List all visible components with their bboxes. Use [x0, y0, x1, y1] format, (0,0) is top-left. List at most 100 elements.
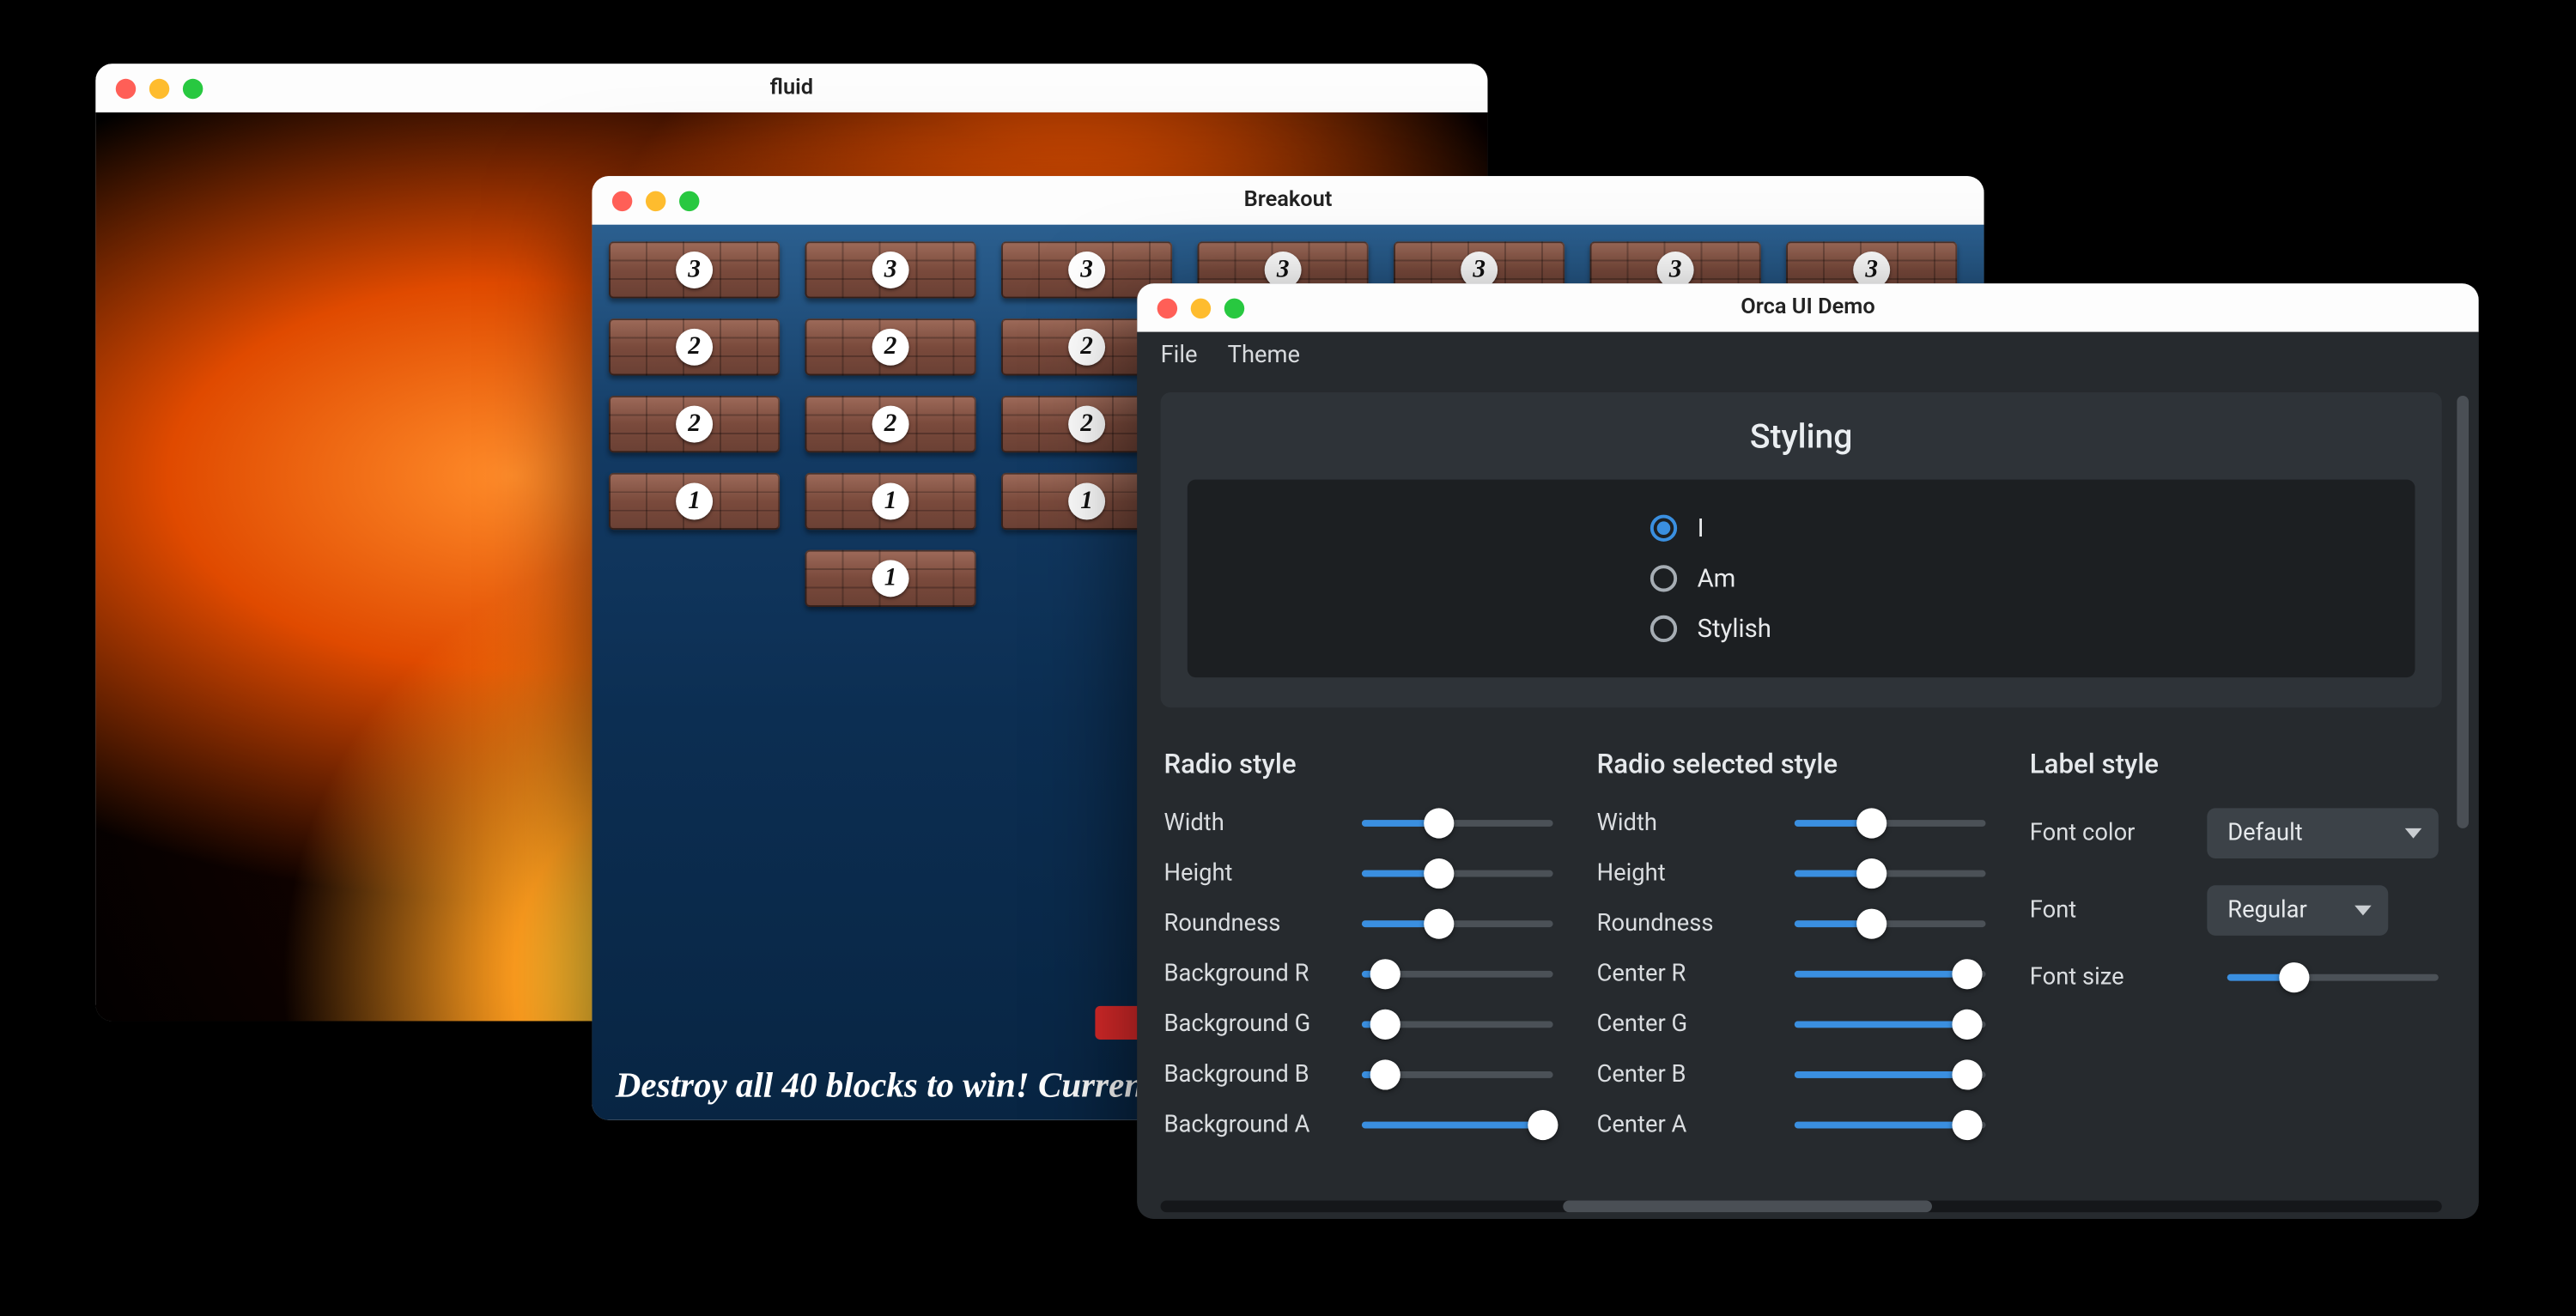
- window-title: Orca UI Demo: [1157, 295, 2459, 320]
- font-dropdown[interactable]: Regular: [2208, 885, 2389, 936]
- slider-track[interactable]: [1362, 1122, 1553, 1129]
- slider-track[interactable]: [1362, 820, 1553, 827]
- slider-track[interactable]: [1795, 1122, 1986, 1129]
- slider-thumb[interactable]: [1856, 858, 1886, 888]
- radio-icon: [1650, 565, 1677, 591]
- slider-thumb[interactable]: [1424, 909, 1454, 939]
- slider-label: Center B: [1597, 1061, 1778, 1088]
- slider-thumb[interactable]: [1952, 1110, 1982, 1140]
- brick-value: 2: [676, 329, 713, 366]
- brick-value: 2: [872, 329, 909, 366]
- brick: 2: [609, 318, 780, 375]
- slider-thumb[interactable]: [1952, 1059, 1982, 1089]
- slider-track[interactable]: [1795, 920, 1986, 927]
- radio-icon: [1650, 616, 1677, 642]
- menu-theme[interactable]: Theme: [1228, 342, 1300, 368]
- radio-option[interactable]: I: [1650, 513, 1953, 543]
- menu-file[interactable]: File: [1161, 342, 1198, 368]
- slider-thumb[interactable]: [1952, 959, 1982, 989]
- panel-title: Styling: [1161, 415, 2442, 456]
- slider-track[interactable]: [1795, 1021, 1986, 1028]
- close-icon[interactable]: [612, 191, 632, 210]
- chevron-down-icon: [2355, 906, 2372, 916]
- slider-track[interactable]: [1362, 870, 1553, 877]
- slider-track[interactable]: [1362, 1021, 1553, 1028]
- font-color-label: Font color: [2030, 820, 2191, 846]
- slider-label: Center G: [1597, 1011, 1778, 1038]
- close-icon[interactable]: [1157, 298, 1177, 318]
- zoom-icon[interactable]: [679, 191, 699, 210]
- slider-thumb[interactable]: [1424, 858, 1454, 888]
- font-size-label: Font size: [2030, 964, 2211, 991]
- chevron-down-icon: [2405, 828, 2422, 839]
- scrollbar-horizontal[interactable]: [1161, 1200, 2442, 1212]
- slider-row: Background R: [1163, 957, 1552, 991]
- slider-thumb[interactable]: [1370, 1010, 1400, 1040]
- column-label-style: Label style Font color Default Font R: [2030, 748, 2439, 1159]
- brick: 3: [609, 241, 780, 298]
- radio-option[interactable]: Stylish: [1650, 614, 1953, 644]
- slider-row: Width: [1597, 806, 1986, 840]
- slider-track[interactable]: [1362, 971, 1553, 978]
- slider-track[interactable]: [1795, 971, 1986, 978]
- slider-track[interactable]: [1795, 1071, 1986, 1078]
- titlebar-fluid[interactable]: fluid: [95, 64, 1487, 112]
- font-color-dropdown[interactable]: Default: [2208, 808, 2439, 858]
- zoom-icon[interactable]: [1224, 298, 1244, 318]
- slider-thumb[interactable]: [1856, 909, 1886, 939]
- slider-label: Height: [1597, 860, 1778, 887]
- slider-label: Roundness: [1163, 911, 1345, 937]
- slider-track[interactable]: [1362, 1071, 1553, 1078]
- brick-value: 3: [872, 252, 909, 288]
- slider-label: Background R: [1163, 961, 1345, 987]
- slider-row: Center A: [1597, 1108, 1986, 1142]
- titlebar-breakout[interactable]: Breakout: [592, 176, 1984, 225]
- minimize-icon[interactable]: [149, 78, 169, 98]
- brick: 1: [805, 550, 976, 607]
- column-heading: Radio selected style: [1597, 748, 1986, 779]
- brick-value: 3: [676, 252, 713, 288]
- slider-label: Width: [1163, 810, 1345, 836]
- slider-track[interactable]: [1795, 820, 1986, 827]
- slider-row: Center B: [1597, 1058, 1986, 1091]
- slider-row: Center R: [1597, 957, 1986, 991]
- radio-preview-box: I Am Stylish: [1188, 480, 2415, 677]
- slider-thumb[interactable]: [2280, 962, 2310, 992]
- window-orca: Orca UI Demo File Theme Styling IAmStyli…: [1137, 283, 2479, 1219]
- brick-value: 2: [1068, 329, 1105, 366]
- brick-value: 1: [872, 483, 909, 520]
- slider-thumb[interactable]: [1370, 1059, 1400, 1089]
- radio-label: Stylish: [1698, 614, 1771, 644]
- slider-thumb[interactable]: [1952, 1010, 1982, 1040]
- slider-track[interactable]: [1795, 870, 1986, 877]
- font-size-slider[interactable]: [2227, 974, 2439, 981]
- slider-row: Background A: [1163, 1108, 1552, 1142]
- close-icon[interactable]: [116, 78, 136, 98]
- slider-row: Width: [1163, 806, 1552, 840]
- slider-track[interactable]: [1362, 920, 1553, 927]
- radio-option[interactable]: Am: [1650, 563, 1953, 593]
- slider-thumb[interactable]: [1370, 959, 1400, 989]
- slider-thumb[interactable]: [1528, 1110, 1558, 1140]
- slider-thumb[interactable]: [1856, 808, 1886, 838]
- scrollbar-vertical[interactable]: [2457, 396, 2469, 828]
- scrollbar-thumb[interactable]: [1563, 1200, 1932, 1212]
- slider-row: Roundness: [1163, 907, 1552, 941]
- titlebar-orca[interactable]: Orca UI Demo: [1137, 283, 2479, 332]
- brick-value: 3: [1068, 252, 1105, 288]
- zoom-icon[interactable]: [183, 78, 203, 98]
- slider-row: Roundness: [1597, 907, 1986, 941]
- brick: 1: [609, 473, 780, 530]
- dropdown-value: Regular: [2227, 897, 2307, 924]
- brick-value: 1: [1068, 483, 1105, 520]
- brick-value: 2: [676, 406, 713, 443]
- brick-value: 1: [676, 483, 713, 520]
- brick-value: 1: [872, 560, 909, 597]
- dropdown-value: Default: [2227, 820, 2302, 846]
- styling-panel: Styling I Am Stylish: [1161, 392, 2442, 707]
- minimize-icon[interactable]: [646, 191, 665, 210]
- slider-thumb[interactable]: [1424, 808, 1454, 838]
- radio-label: I: [1698, 513, 1704, 543]
- column-radio-selected-style: Radio selected style Width Height Roundnes…: [1597, 748, 1986, 1159]
- minimize-icon[interactable]: [1191, 298, 1211, 318]
